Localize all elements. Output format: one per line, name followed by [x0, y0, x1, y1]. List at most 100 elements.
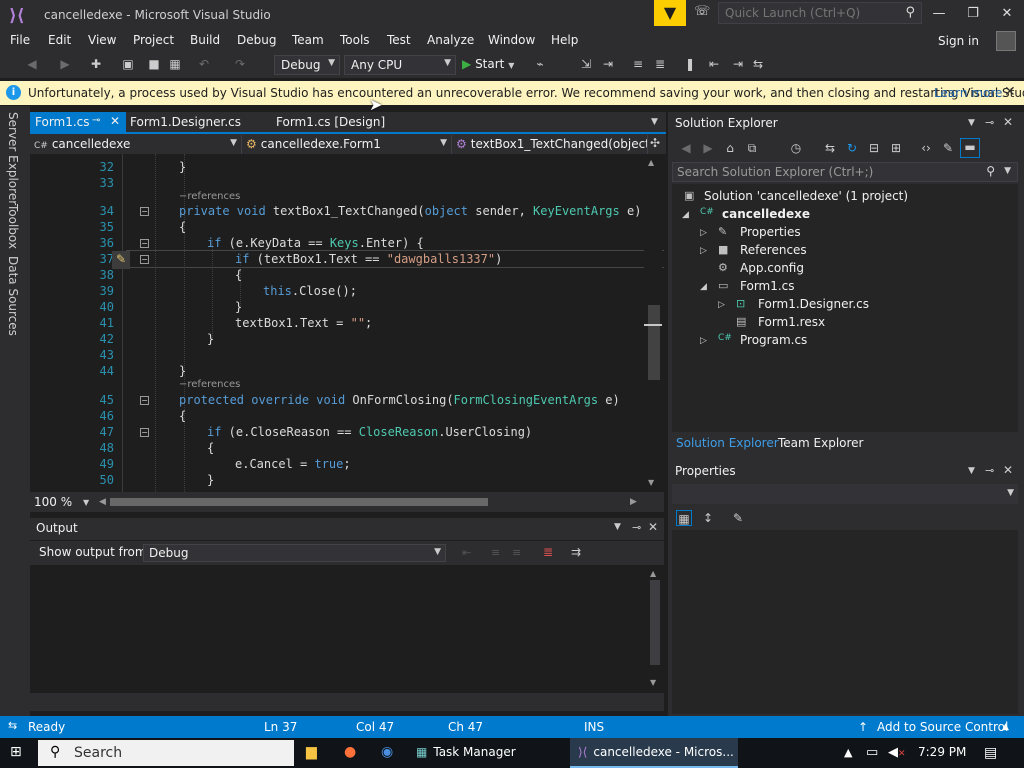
server-explorer-tab[interactable]: Server Explorer: [6, 112, 20, 205]
tree-item-properties[interactable]: Properties: [740, 225, 801, 239]
close-icon[interactable]: ✕: [648, 520, 658, 534]
menu-edit[interactable]: Edit: [48, 33, 71, 47]
maximize-button[interactable]: ❐: [956, 0, 990, 28]
output-text-area[interactable]: [30, 565, 664, 693]
horizontal-scrollbar-thumb[interactable]: [110, 498, 488, 506]
tree-item-program[interactable]: Program.cs: [740, 333, 807, 347]
pending-changes-icon[interactable]: ◷: [788, 140, 804, 156]
notifications-icon[interactable]: ▤: [984, 745, 997, 761]
new-project-icon[interactable]: ✚: [88, 56, 104, 72]
refresh-icon[interactable]: ↻: [844, 140, 860, 156]
menu-window[interactable]: Window: [488, 33, 535, 47]
view-code-icon[interactable]: ‹›: [918, 140, 934, 156]
windows-start-icon[interactable]: ⊞: [10, 744, 22, 760]
start-debugging-button[interactable]: ▶ Start ▼: [462, 57, 514, 75]
member-dropdown[interactable]: ⚙ textBox1_TextChanged(object se: [456, 135, 648, 155]
menu-analyze[interactable]: Analyze: [427, 33, 474, 47]
split-editor-icon[interactable]: ✣: [650, 136, 660, 150]
clear-all-icon[interactable]: ≣: [543, 545, 553, 559]
close-icon[interactable]: ✕: [1004, 84, 1016, 100]
forward-icon[interactable]: ▶: [700, 140, 716, 156]
tab-form1-designer-cs[interactable]: Form1.Designer.cs: [126, 112, 247, 134]
code-lens-references[interactable]: −references: [179, 191, 240, 202]
code-editor[interactable]: 32 } 33 −references 34 − private void te…: [30, 154, 664, 492]
expand-arrow-icon[interactable]: ▷: [718, 300, 725, 310]
tab-overflow-icon[interactable]: ▼: [651, 117, 658, 127]
menu-view[interactable]: View: [88, 33, 116, 47]
tree-item-solution[interactable]: Solution 'cancelledexe' (1 project): [704, 189, 908, 203]
window-position-icon[interactable]: ▼: [614, 522, 621, 532]
minimize-button[interactable]: —: [922, 0, 956, 28]
volume-muted-icon[interactable]: ◀✕: [888, 745, 906, 760]
menu-tools[interactable]: Tools: [340, 33, 370, 47]
tree-item-form1[interactable]: Form1.cs: [740, 279, 795, 293]
show-hidden-icons[interactable]: ▲: [844, 746, 852, 759]
clear-bookmarks-icon[interactable]: ⇆: [750, 56, 766, 72]
back-icon[interactable]: ◀: [678, 140, 694, 156]
menu-test[interactable]: Test: [387, 33, 411, 47]
data-sources-tab[interactable]: Data Sources: [6, 256, 20, 336]
close-icon[interactable]: ✕: [110, 114, 120, 128]
redo-icon[interactable]: ↷: [232, 56, 248, 72]
account-avatar[interactable]: [996, 31, 1016, 51]
close-icon[interactable]: ✕: [1003, 115, 1013, 129]
save-all-icon[interactable]: ▦: [167, 56, 183, 72]
word-wrap-icon[interactable]: ⇉: [571, 545, 581, 559]
expand-arrow-icon[interactable]: ◢: [682, 210, 689, 220]
menu-file[interactable]: File: [10, 33, 30, 47]
close-button[interactable]: ✕: [990, 0, 1024, 28]
toolbox-tab[interactable]: Toolbox: [6, 204, 20, 249]
scrollbar-thumb[interactable]: [648, 305, 660, 380]
menu-team[interactable]: Team: [292, 33, 324, 47]
menu-build[interactable]: Build: [190, 33, 220, 47]
home-icon[interactable]: ⌂: [722, 140, 738, 156]
pin-icon[interactable]: ⊸: [632, 521, 641, 534]
window-position-icon[interactable]: ▼: [968, 466, 975, 476]
show-all-files-icon[interactable]: ⊞: [888, 140, 904, 156]
pin-icon[interactable]: ⊸: [985, 116, 994, 129]
code-lens-references[interactable]: −references: [179, 379, 240, 390]
menu-project[interactable]: Project: [133, 33, 174, 47]
bookmark-icon[interactable]: ❚: [682, 56, 698, 72]
pin-icon[interactable]: ⊸: [985, 464, 994, 477]
scroll-right-icon[interactable]: ▶: [630, 497, 637, 507]
sync-icon[interactable]: ⇆: [822, 140, 838, 156]
browser-link-icon[interactable]: ⌁: [532, 56, 548, 72]
quick-launch-box[interactable]: ⚲: [718, 2, 922, 24]
feedback-icon[interactable]: ☏: [694, 4, 712, 22]
switch-views-icon[interactable]: ⧉: [744, 140, 760, 156]
tree-item-project[interactable]: cancelledexe: [722, 207, 810, 221]
step-into-icon[interactable]: ⇲: [578, 56, 594, 72]
chevron-up-icon[interactable]: ▲: [1002, 722, 1009, 732]
taskbar-search[interactable]: ⚲ Search: [38, 740, 294, 766]
expand-arrow-icon[interactable]: ◢: [700, 282, 707, 292]
comment-icon[interactable]: ≡: [630, 56, 646, 72]
learn-more-link[interactable]: Learn more: [934, 86, 1002, 100]
filter-icon[interactable]: ▼: [654, 0, 686, 26]
menu-debug[interactable]: Debug: [237, 33, 276, 47]
open-file-icon[interactable]: ▣: [120, 56, 136, 72]
expand-arrow-icon[interactable]: ▷: [700, 246, 707, 256]
tree-item-appconfig[interactable]: App.config: [740, 261, 804, 275]
properties-icon[interactable]: ✎: [940, 140, 956, 156]
save-icon[interactable]: ■: [146, 56, 162, 72]
solution-tree[interactable]: ▣ Solution 'cancelledexe' (1 project) ◢ …: [672, 184, 1018, 432]
collapse-all-icon[interactable]: ⊟: [866, 140, 882, 156]
solution-platform-dropdown[interactable]: Any CPU ▼: [344, 55, 456, 75]
properties-object-dropdown[interactable]: ▼: [672, 484, 1018, 504]
find-message-icon[interactable]: ⇤: [462, 546, 471, 559]
collapse-toggle[interactable]: −: [140, 255, 149, 264]
tree-item-references[interactable]: References: [740, 243, 807, 257]
uncomment-icon[interactable]: ≣: [652, 56, 668, 72]
window-position-icon[interactable]: ▼: [968, 118, 975, 128]
collapse-toggle[interactable]: −: [140, 428, 149, 437]
solution-configuration-dropdown[interactable]: Debug ▼: [274, 55, 340, 75]
tree-item-resx[interactable]: Form1.resx: [758, 315, 825, 329]
project-dropdown[interactable]: C# cancelledexe ▼: [34, 135, 242, 155]
network-icon[interactable]: ▭: [866, 745, 878, 760]
zoom-level[interactable]: 100 %: [34, 495, 72, 509]
categorized-icon[interactable]: ▦: [676, 510, 692, 526]
scroll-down-icon[interactable]: ▼: [648, 478, 654, 487]
preview-selected-icon[interactable]: ▬: [960, 138, 980, 158]
tab-solution-explorer[interactable]: Solution Explorer: [676, 436, 779, 450]
